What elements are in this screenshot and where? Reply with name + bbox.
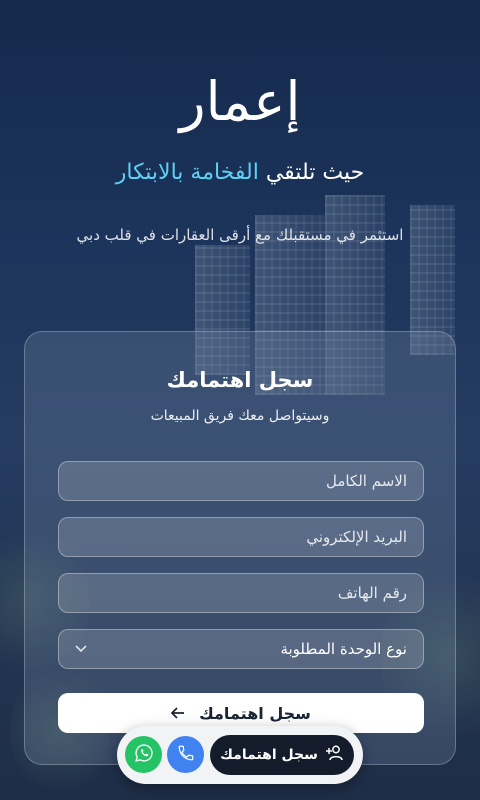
tagline-plain: حيث تلتقي (265, 160, 365, 185)
phone-input[interactable] (58, 573, 424, 613)
form-title: سجل اهتمامك (166, 368, 314, 392)
register-interest-cta[interactable]: سجل اهتمامك (210, 735, 354, 775)
user-plus-icon (325, 745, 344, 765)
arrow-left-icon (170, 704, 185, 723)
chevron-down-icon (75, 642, 87, 656)
floating-action-dock: سجل اهتمامك (117, 726, 363, 784)
cta-label: سجل اهتمامك (220, 747, 318, 763)
submit-label: سجل اهتمامك (199, 703, 311, 723)
whatsapp-icon (134, 743, 154, 767)
unit-type-value: نوع الوحدة المطلوبة (280, 640, 407, 658)
interest-form-card: سجل اهتمامك وسيتواصل معك فريق المبيعات ن… (24, 331, 456, 765)
call-button[interactable] (167, 736, 204, 773)
whatsapp-button[interactable] (125, 736, 162, 773)
hero-subtitle: استثمر في مستقبلك مع أرقى العقارات في قل… (76, 226, 404, 244)
form-subtitle: وسيتواصل معك فريق المبيعات (150, 408, 330, 424)
tagline-accent: الفخامة بالابتكار (115, 160, 259, 185)
hero-tagline: حيث تلتقي الفخامة بالابتكار (0, 160, 480, 185)
email-input[interactable] (58, 517, 424, 557)
brand-logo: إعمار (179, 70, 301, 133)
phone-icon (177, 744, 195, 766)
unit-type-select[interactable]: نوع الوحدة المطلوبة (58, 629, 424, 669)
full-name-input[interactable] (58, 461, 424, 501)
